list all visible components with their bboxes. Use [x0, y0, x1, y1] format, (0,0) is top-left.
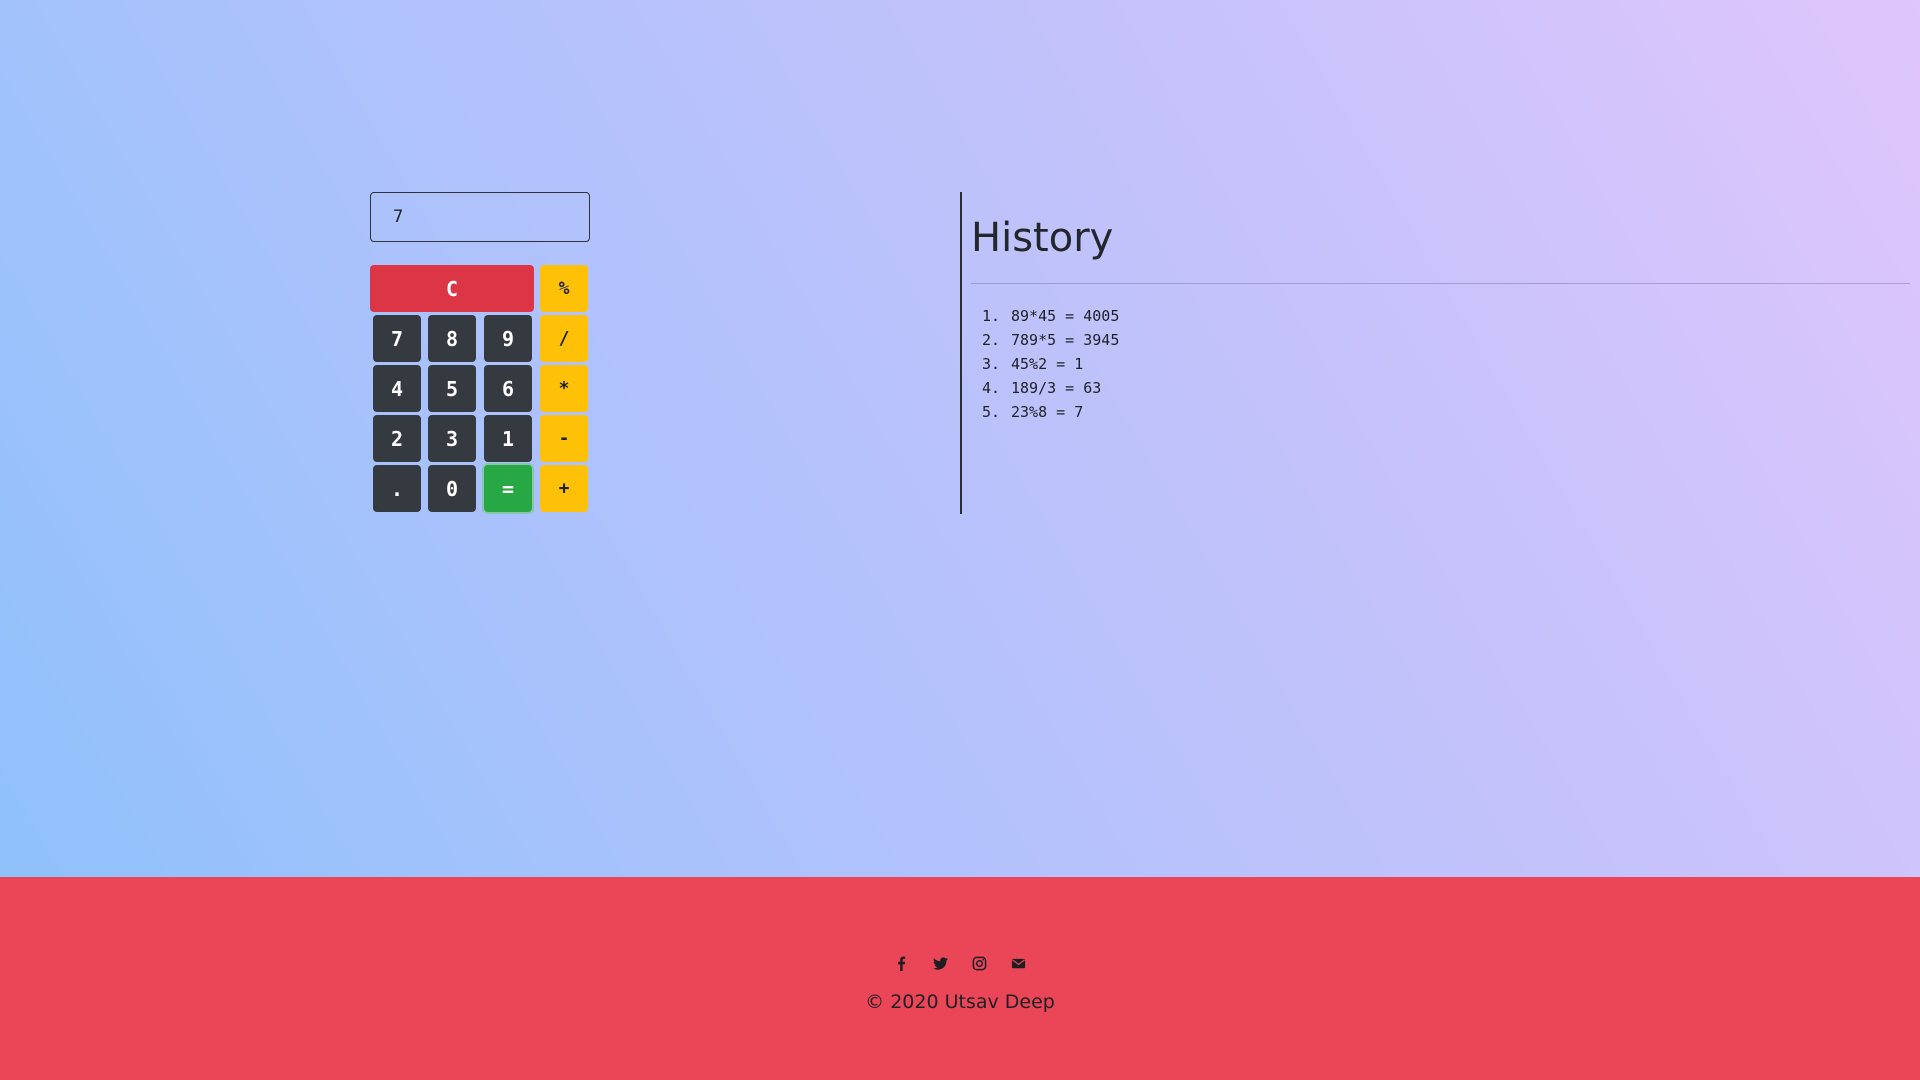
history-item-number: 5. [982, 403, 1001, 421]
digit-0-button[interactable]: 0 [428, 465, 476, 512]
instagram-icon[interactable] [970, 954, 989, 973]
history-item-text: 789*5 = 3945 [1011, 331, 1120, 349]
digit-1-button[interactable]: 1 [484, 415, 532, 462]
clear-button[interactable]: C [370, 265, 534, 312]
digit-8-button[interactable]: 8 [428, 315, 476, 362]
equals-button[interactable]: = [484, 465, 532, 512]
facebook-icon[interactable] [892, 954, 911, 973]
history-item-text: 23%8 = 7 [1011, 403, 1084, 421]
footer: © 2020 Utsav Deep [0, 877, 1920, 1080]
digit-4-button[interactable]: 4 [373, 365, 421, 412]
digit-9-button[interactable]: 9 [484, 315, 532, 362]
multiply-button[interactable]: * [540, 365, 588, 412]
history-item-text: 89*45 = 4005 [1011, 307, 1120, 325]
history-item-number: 1. [982, 307, 1001, 325]
subtract-button[interactable]: - [540, 415, 588, 462]
percent-button[interactable]: % [540, 265, 588, 312]
history-item-number: 2. [982, 331, 1001, 349]
envelope-icon[interactable] [1009, 954, 1028, 973]
social-links [0, 954, 1920, 973]
keypad: C % 7 8 9 / 4 5 6 * 2 3 1 - . 0 = + [370, 265, 591, 515]
add-button[interactable]: + [540, 465, 588, 512]
history-item: 3. 45%2 = 1 [982, 352, 1910, 376]
history-item-number: 3. [982, 355, 1001, 373]
divide-button[interactable]: / [540, 315, 588, 362]
history-item: 2. 789*5 = 3945 [982, 328, 1910, 352]
copyright-text: © 2020 Utsav Deep [865, 991, 1055, 1013]
digit-7-button[interactable]: 7 [373, 315, 421, 362]
history-item: 4. 189/3 = 63 [982, 376, 1910, 400]
calculator-display[interactable] [370, 192, 590, 242]
calculator: C % 7 8 9 / 4 5 6 * 2 3 1 - . 0 = + [370, 192, 591, 512]
digit-2-button[interactable]: 2 [373, 415, 421, 462]
history-item-text: 189/3 = 63 [1011, 379, 1102, 397]
history-title: History [971, 215, 1114, 261]
digit-6-button[interactable]: 6 [484, 365, 532, 412]
history-item-text: 45%2 = 1 [1011, 355, 1084, 373]
digit-5-button[interactable]: 5 [428, 365, 476, 412]
history-item: 1. 89*45 = 4005 [982, 304, 1910, 328]
history-panel: History 1. 89*45 = 4005 2. 789*5 = 3945 3.… [971, 210, 1910, 424]
digit-3-button[interactable]: 3 [428, 415, 476, 462]
history-item-number: 4. [982, 379, 1001, 397]
decimal-point-button[interactable]: . [373, 465, 421, 512]
history-list: 1. 89*45 = 4005 2. 789*5 = 3945 3. 45%2 = 1… [982, 304, 1910, 424]
vertical-divider [960, 192, 962, 514]
twitter-icon[interactable] [931, 954, 950, 973]
history-divider [971, 283, 1910, 284]
history-item: 5. 23%8 = 7 [982, 400, 1910, 424]
